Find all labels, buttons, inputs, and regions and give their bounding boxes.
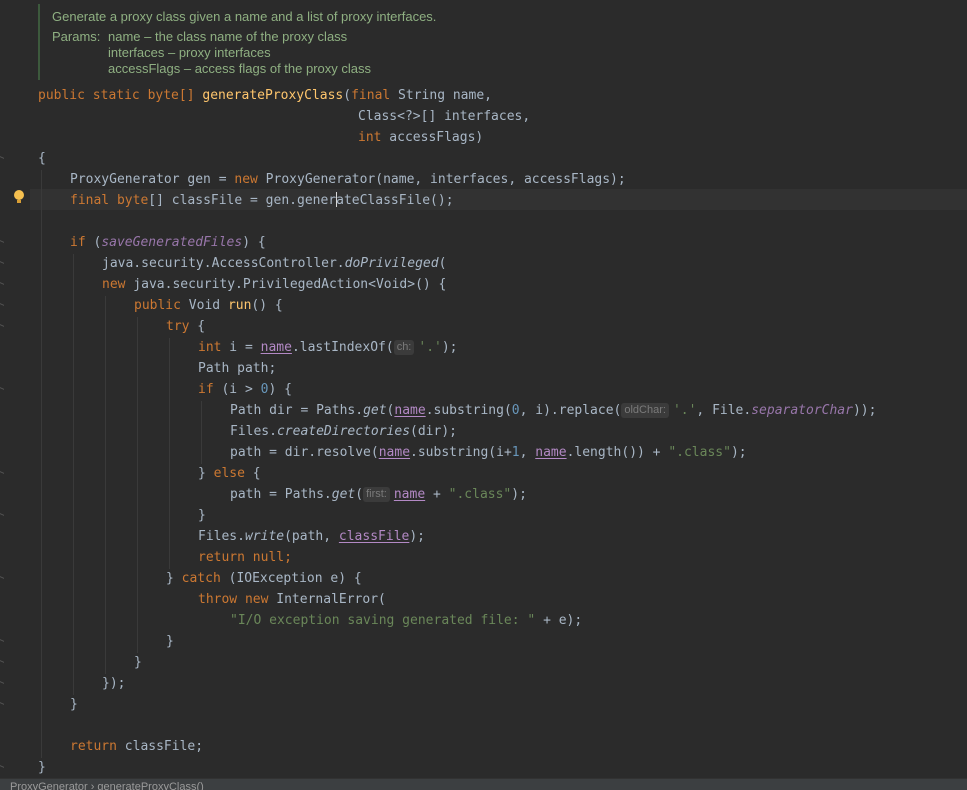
fold-marker[interactable] — [0, 303, 4, 307]
fold-marker[interactable] — [0, 513, 4, 517]
param-hint: ch: — [393, 340, 415, 355]
fold-marker[interactable] — [0, 282, 4, 286]
method-name: generateProxyClass — [202, 88, 344, 103]
fold-marker[interactable] — [0, 702, 4, 706]
code-line: int i = name.lastIndexOf(ch: '.'); — [198, 340, 458, 355]
indent-guide — [169, 338, 170, 569]
code-line: Path path; — [198, 361, 277, 376]
code-line: public static byte[] generateProxyClass(… — [38, 88, 492, 103]
code-line: Files.write(path, classFile); — [198, 529, 426, 544]
fold-marker[interactable] — [0, 387, 4, 391]
code-line: if (saveGeneratedFiles) { — [70, 235, 266, 250]
code-editor[interactable]: Generate a proxy class given a name and … — [0, 0, 967, 790]
code-line: Path dir = Paths.get(name.substring(0, i… — [230, 403, 877, 418]
fold-marker[interactable] — [0, 639, 4, 643]
code-line: return classFile; — [70, 739, 204, 754]
code-line: } — [134, 655, 142, 670]
code-line: try { — [166, 319, 206, 334]
code-line: if (i > 0) { — [198, 382, 292, 397]
code-line: } catch (IOException e) { — [166, 571, 362, 586]
indent-guide — [201, 401, 202, 464]
lightbulb-icon[interactable] — [12, 190, 26, 206]
javadoc-params-label: Params: — [52, 29, 101, 44]
javadoc-param-accessflags: accessFlags – access flags of the proxy … — [108, 61, 372, 76]
fold-marker[interactable] — [0, 471, 4, 475]
breadcrumb[interactable]: ProxyGenerator › generateProxyClass() — [0, 778, 967, 790]
fold-marker[interactable] — [0, 765, 4, 769]
fold-marker[interactable] — [0, 660, 4, 664]
code-line: } — [38, 760, 46, 775]
code-line-current: final byte[] classFile = gen.generateCla… — [70, 192, 454, 208]
code-line: java.security.AccessController.doPrivile… — [102, 256, 447, 271]
code-line: int accessFlags) — [358, 130, 484, 145]
code-line: } — [166, 634, 174, 649]
code-line: } else { — [198, 466, 261, 481]
code-line: ProxyGenerator gen = new ProxyGenerator(… — [70, 172, 626, 187]
code-line: } — [198, 508, 206, 523]
indent-guide — [105, 296, 106, 674]
code-line: path = dir.resolve(name.substring(i+1, n… — [230, 445, 747, 460]
code-line: { — [38, 151, 46, 166]
code-line: Files.createDirectories(dir); — [230, 424, 457, 439]
indent-guide — [41, 170, 42, 758]
fold-marker[interactable] — [0, 681, 4, 685]
code-line: public Void run() { — [134, 298, 283, 313]
code-line: "I/O exception saving generated file: " … — [230, 613, 583, 628]
fold-marker[interactable] — [0, 240, 4, 244]
code-line: new java.security.PrivilegedAction<Void>… — [102, 277, 447, 292]
fold-marker[interactable] — [0, 261, 4, 265]
fold-marker[interactable] — [0, 576, 4, 580]
javadoc-block: Generate a proxy class given a name and … — [38, 4, 480, 80]
indent-guide — [73, 254, 74, 695]
indent-guide — [137, 317, 138, 653]
code-line: throw new InternalError( — [198, 592, 386, 607]
code-line: path = Paths.get(first: name + ".class"); — [230, 487, 527, 502]
fold-marker[interactable] — [0, 324, 4, 328]
code-line: Class<?>[] interfaces, — [358, 109, 531, 124]
fold-marker[interactable] — [0, 156, 4, 160]
param-hint: first: — [363, 487, 390, 502]
javadoc-summary: Generate a proxy class given a name and … — [52, 9, 437, 24]
code-line: } — [70, 697, 78, 712]
code-line: }); — [102, 676, 126, 691]
param-hint: oldChar: — [621, 403, 669, 418]
code-line: return null; — [198, 550, 292, 565]
